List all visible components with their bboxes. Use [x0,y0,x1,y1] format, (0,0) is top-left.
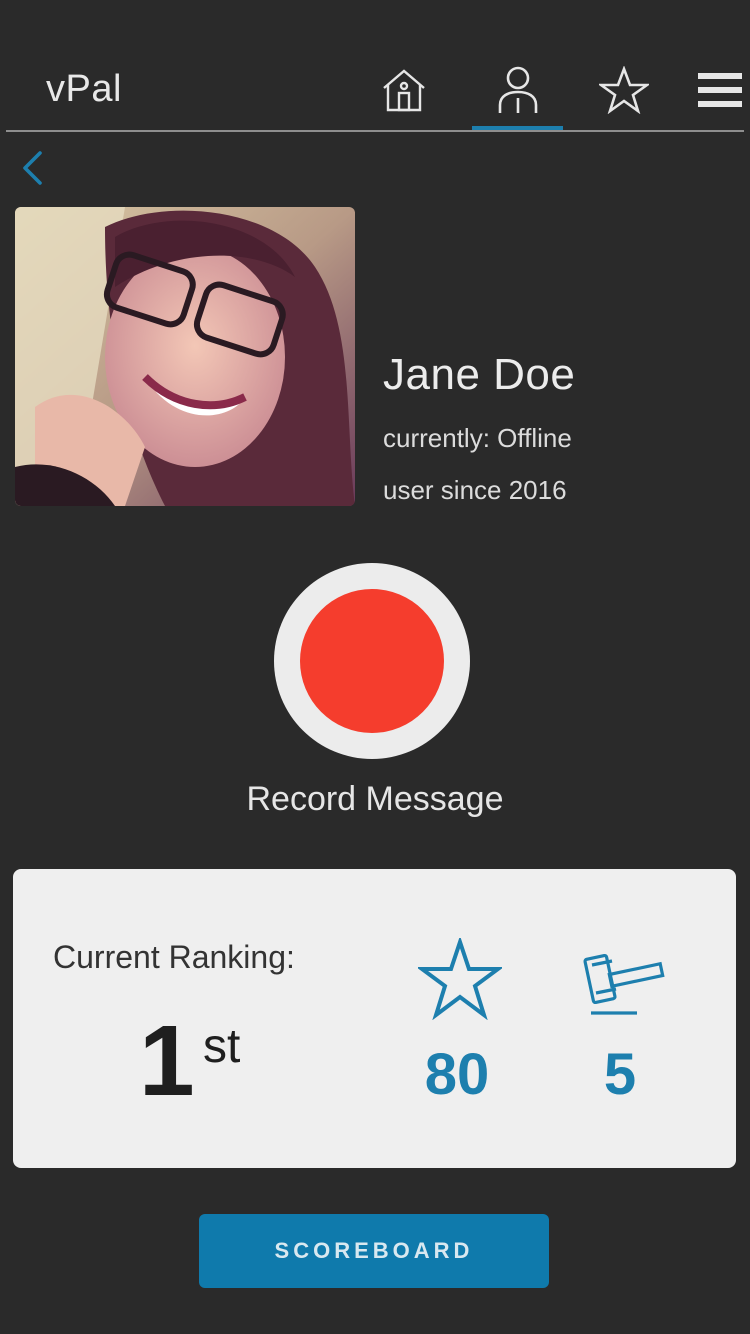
gavel-icon [583,943,667,1019]
stars-count: 80 [424,1042,490,1107]
app-screen: vPal Jane Doe currently: Offline user si… [0,0,750,1334]
star-icon[interactable] [594,62,654,118]
avatar [15,207,355,506]
record-label: Record Message [246,780,504,818]
scoreboard-button[interactable]: SCOREBOARD [199,1214,549,1288]
record-dot-icon [300,589,444,733]
stars-icon [418,937,502,1021]
record-button[interactable] [274,563,470,759]
profile-icon[interactable] [488,62,548,118]
ranking-suffix: st [203,1020,241,1073]
brand-title: vPal [46,68,122,110]
back-chevron-icon[interactable] [12,146,52,190]
ranking-card: Current Ranking: 1 st 80 5 [13,869,736,1168]
ranking-position: 1 [139,1005,195,1117]
user-status: currently: Offline [383,423,572,453]
top-nav: vPal [0,0,750,132]
home-icon[interactable] [374,62,434,118]
hamburger-menu-icon[interactable] [690,62,750,118]
nav-divider [6,130,744,132]
user-since: user since 2016 [383,475,567,505]
ranking-label: Current Ranking: [53,939,295,975]
user-name: Jane Doe [383,350,576,399]
gavel-count: 5 [603,1042,637,1107]
